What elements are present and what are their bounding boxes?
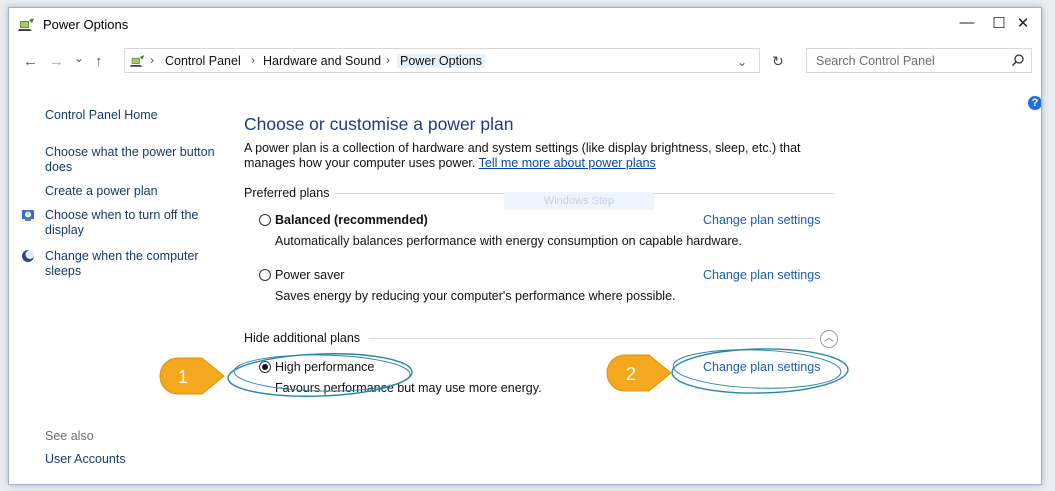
step-marker-2-label: 2 <box>626 364 636 384</box>
step-marker-1: 1 <box>159 357 225 395</box>
highlight-ellipse-2 <box>671 348 849 394</box>
annotation-overlay: 1 2 <box>159 348 849 397</box>
highlight-ellipse-1 <box>227 353 413 397</box>
step-marker-1-label: 1 <box>178 367 188 387</box>
step-marker-2: 2 <box>606 354 672 392</box>
